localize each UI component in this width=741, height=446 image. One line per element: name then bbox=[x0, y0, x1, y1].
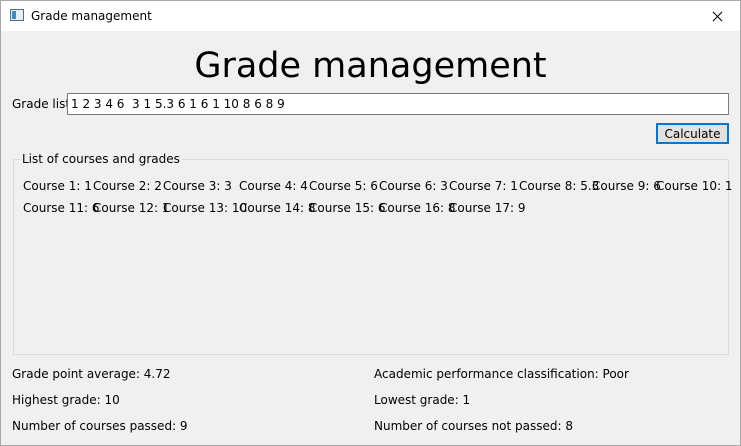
grade-list-input[interactable] bbox=[67, 93, 729, 115]
course-item: Course 6: 3 bbox=[379, 179, 448, 193]
course-item: Course 8: 5.3 bbox=[519, 179, 600, 193]
page-title: Grade management bbox=[194, 46, 547, 86]
course-item: Course 1: 1 bbox=[23, 179, 92, 193]
app-window: Grade management Grade management Grade … bbox=[0, 0, 741, 446]
courses-passed-text: Number of courses passed: 9 bbox=[12, 419, 188, 433]
courses-caption: List of courses and grades bbox=[20, 152, 182, 166]
course-item: Course 12: 1 bbox=[93, 201, 170, 215]
window-title: Grade management bbox=[31, 9, 152, 23]
course-item: Course 9: 6 bbox=[592, 179, 661, 193]
grade-list-label: Grade list bbox=[12, 97, 71, 111]
course-item: Course 10: 1 bbox=[656, 179, 733, 193]
highest-grade-text: Highest grade: 10 bbox=[12, 393, 120, 407]
courses-not-passed-text: Number of courses not passed: 8 bbox=[374, 419, 574, 433]
course-item: Course 2: 2 bbox=[93, 179, 162, 193]
calculate-button[interactable]: Calculate bbox=[656, 123, 729, 144]
course-item: Course 17: 9 bbox=[449, 201, 526, 215]
lowest-grade-text: Lowest grade: 1 bbox=[374, 393, 471, 407]
courses-groupbox: List of courses and grades Course 1: 1 C… bbox=[13, 152, 733, 355]
classification-text: Academic performance classification: Poo… bbox=[374, 367, 629, 381]
close-icon[interactable] bbox=[694, 1, 740, 31]
title-bar: Grade management bbox=[1, 1, 740, 31]
course-item: Course 15: 6 bbox=[309, 201, 386, 215]
course-item: Course 16: 8 bbox=[379, 201, 456, 215]
course-item: Course 5: 6 bbox=[309, 179, 378, 193]
course-item: Course 3: 3 bbox=[163, 179, 232, 193]
app-icon bbox=[10, 9, 24, 21]
course-item: Course 11: 6 bbox=[23, 201, 100, 215]
course-item: Course 7: 1 bbox=[449, 179, 518, 193]
course-item: Course 14: 8 bbox=[239, 201, 316, 215]
gpa-text: Grade point average: 4.72 bbox=[12, 367, 171, 381]
course-item: Course 13: 10 bbox=[163, 201, 248, 215]
course-item: Course 4: 4 bbox=[239, 179, 308, 193]
